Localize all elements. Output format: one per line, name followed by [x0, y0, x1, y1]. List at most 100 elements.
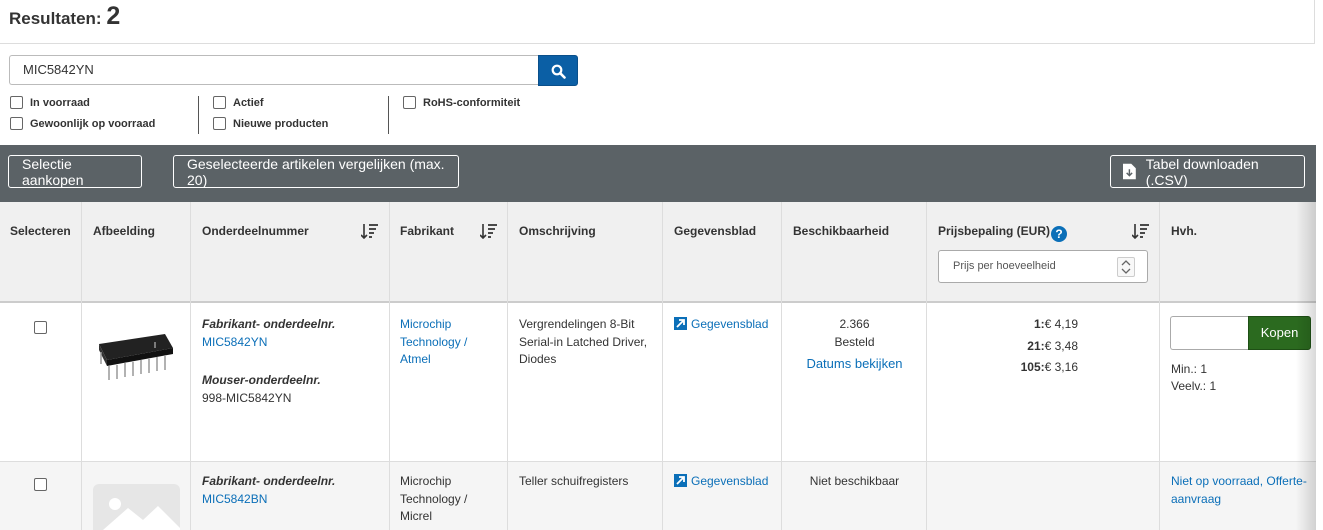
- description: Vergrendelingen 8-Bit Serial-in Latched …: [519, 316, 647, 369]
- col-datasheet: Gegevensblad: [674, 224, 757, 238]
- search-input[interactable]: MIC5842YN: [9, 55, 539, 85]
- mfr-pn-link[interactable]: MIC5842BN: [202, 491, 267, 509]
- quote-line: Niet op voorraad, Offerte-: [1171, 474, 1307, 488]
- download-csv-button[interactable]: Tabel downloaden (.CSV): [1110, 155, 1305, 188]
- filter-label: Actief: [233, 96, 264, 109]
- price-value: € 4,19: [1044, 317, 1078, 331]
- price-break: 105:€ 3,16: [938, 359, 1078, 377]
- mouser-pn-label: Mouser-onderdeelnr.: [202, 373, 321, 387]
- mfr-pn-link[interactable]: MIC5842YN: [202, 334, 267, 352]
- compare-button[interactable]: Geselecteerde artikelen vergelijken (max…: [173, 155, 459, 188]
- filter-normally-stocked[interactable]: Gewoonlijk op voorraad: [10, 117, 155, 130]
- price-value: € 3,16: [1044, 360, 1078, 374]
- datasheet-label: Gegevensblad: [691, 317, 769, 331]
- column-divider: [507, 202, 508, 530]
- manufacturer-line: Technology /: [400, 491, 468, 506]
- checkbox[interactable]: [403, 96, 416, 109]
- external-link-icon: [674, 474, 687, 487]
- checkbox[interactable]: [213, 117, 226, 130]
- table-row: Fabrikant- onderdeelnr. MIC5842YN Mouser…: [0, 305, 1316, 462]
- manufacturer: Microchip Technology / Micrel: [400, 473, 467, 526]
- checkbox[interactable]: [213, 96, 226, 109]
- price-quantity-placeholder: Prijs per hoeveelheid: [953, 260, 1056, 272]
- price-value: € 3,48: [1044, 338, 1078, 353]
- external-link-icon: [674, 317, 687, 330]
- filter-in-stock[interactable]: In voorraad: [10, 96, 90, 109]
- col-description: Omschrijving: [519, 224, 596, 238]
- col-part-number: Onderdeelnummer: [202, 224, 309, 238]
- results-count: 2: [106, 2, 121, 30]
- description-line: Diodes: [519, 352, 557, 366]
- datasheet-link[interactable]: Gegevensblad: [674, 316, 768, 334]
- manufacturer-line: Micrel: [400, 509, 432, 523]
- price-break: 1:€ 4,19: [938, 316, 1078, 334]
- checkbox[interactable]: [10, 117, 23, 130]
- scroll-shadow: [1296, 202, 1316, 530]
- column-divider: [662, 202, 663, 530]
- results-label: Resultaten:: [9, 9, 102, 28]
- col-pricing: Prijsbepaling (EUR)?: [938, 224, 1068, 242]
- availability: Niet beschikbaar: [809, 474, 900, 488]
- search-icon: [551, 64, 566, 79]
- quote-line: aanvraag: [1171, 491, 1222, 506]
- col-availability: Beschikbaarheid: [793, 224, 890, 238]
- description-line: Vergrendelingen 8-Bit: [519, 317, 635, 331]
- view-dates-link[interactable]: Datums bekijken: [782, 355, 927, 373]
- col-qty: Hvh.: [1171, 224, 1198, 238]
- filter-active[interactable]: Actief: [213, 96, 264, 109]
- table-row: Fabrikant- onderdeelnr. MIC5842BN Microc…: [0, 462, 1316, 530]
- buy-selection-button[interactable]: Selectie aankopen: [8, 155, 142, 188]
- filter-label: In voorraad: [30, 96, 90, 109]
- results-toolbar: Selectie aankopen Geselecteerde artikele…: [0, 145, 1316, 202]
- mfr-pn-label: Fabrikant- onderdeelnr.: [202, 317, 336, 331]
- price-break: 21:€ 3,48: [938, 338, 1078, 356]
- mfr-pn-label: Fabrikant- onderdeelnr.: [202, 474, 336, 488]
- column-divider: [81, 202, 82, 530]
- column-divider: [1159, 202, 1160, 530]
- filter-rohs[interactable]: RoHS-conformiteit: [403, 96, 520, 109]
- col-manufacturer: Fabrikant: [400, 224, 455, 238]
- col-image: Afbeelding: [93, 224, 155, 238]
- column-divider: [389, 202, 390, 530]
- sort-icon[interactable]: [1132, 223, 1150, 239]
- image-placeholder-icon: [93, 484, 180, 530]
- manufacturer-line: Microchip: [400, 474, 452, 488]
- column-divider: [781, 202, 782, 530]
- spinner-icon: [1117, 257, 1135, 277]
- price-qty: 105:: [1020, 360, 1045, 374]
- manufacturer-link[interactable]: Microchip Technology / Atmel: [400, 316, 467, 369]
- results-header: Resultaten: 2: [0, 0, 1315, 44]
- filter-new-products[interactable]: Nieuwe producten: [213, 117, 328, 130]
- product-image[interactable]: [95, 330, 177, 390]
- request-quote-link[interactable]: Niet op voorraad, Offerte- aanvraag: [1171, 473, 1307, 508]
- results-title: Resultaten: 2: [9, 2, 120, 31]
- price-breaks: 1:€ 4,19 21:€ 3,48 105:€ 3,16: [938, 316, 1078, 377]
- price-quantity-select[interactable]: Prijs per hoeveelheid: [938, 250, 1148, 283]
- stock-status: Besteld: [834, 334, 875, 349]
- mouser-pn: 998-MIC5842YN: [202, 391, 292, 405]
- column-divider: [926, 202, 927, 530]
- price-qty: 21:: [1027, 338, 1045, 353]
- datasheet-link[interactable]: Gegevensblad: [674, 473, 768, 491]
- price-qty: 1:: [1033, 317, 1045, 331]
- row-select-checkbox[interactable]: [34, 478, 47, 491]
- results-table: Selecteren Afbeelding Onderdeelnummer Fa…: [0, 202, 1316, 530]
- min-qty: Min.: 1: [1171, 362, 1208, 376]
- filter-label: Gewoonlijk op voorraad: [30, 117, 156, 130]
- datasheet-label: Gegevensblad: [691, 474, 769, 488]
- description: Teller schuifregisters: [519, 474, 629, 488]
- description-line: Serial-in Latched Driver,: [519, 334, 648, 349]
- row-select-checkbox[interactable]: [34, 321, 47, 334]
- download-file-icon: [1123, 163, 1136, 180]
- mult-qty: Veelv.: 1: [1171, 379, 1217, 393]
- sort-icon[interactable]: [361, 223, 379, 239]
- help-icon[interactable]: ?: [1051, 226, 1068, 242]
- manufacturer-line: Technology /: [400, 334, 468, 349]
- availability: 2.366 Besteld Datums bekijken: [782, 316, 927, 373]
- sort-icon[interactable]: [480, 223, 498, 239]
- filter-label: RoHS-conformiteit: [423, 96, 521, 109]
- checkbox[interactable]: [10, 96, 23, 109]
- quantity-input[interactable]: [1170, 316, 1250, 350]
- manufacturer-line: Microchip: [400, 317, 452, 331]
- search-button[interactable]: [538, 55, 578, 86]
